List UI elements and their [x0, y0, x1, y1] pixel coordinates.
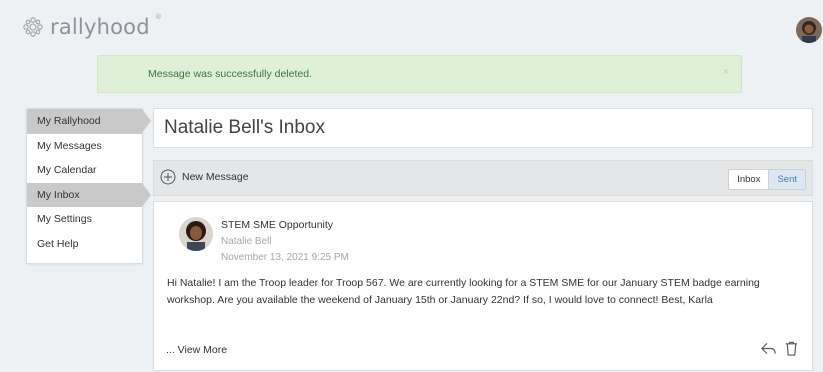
user-avatar-image	[796, 17, 822, 43]
tab-inbox[interactable]: Inbox	[729, 170, 770, 189]
page-title: Natalie Bell's Inbox	[153, 108, 813, 148]
message-body: Hi Natalie! I am the Troop leader for Tr…	[167, 277, 760, 306]
message-date: November 13, 2021 9:25 PM	[221, 252, 349, 263]
sidebar-item-label: My Settings	[37, 213, 92, 226]
reply-icon[interactable]	[760, 340, 777, 357]
sidebar-nav: My Rallyhood My Messages My Calendar My …	[26, 108, 151, 264]
sidebar-item-my-settings[interactable]: My Settings	[27, 207, 142, 232]
tab-sent[interactable]: Sent	[769, 170, 805, 189]
top-bar: rallyhood ®	[0, 0, 823, 54]
alert-close-button[interactable]: ×	[723, 66, 729, 78]
sidebar-item-label: My Calendar	[37, 164, 97, 177]
sender-avatar	[179, 217, 213, 251]
sidebar-item-label: My Messages	[37, 139, 102, 152]
new-message-button[interactable]: New Message	[160, 169, 249, 185]
sidebar-item-my-inbox[interactable]: My Inbox	[27, 182, 151, 207]
message-card[interactable]: STEM SME Opportunity Natalie Bell Novemb…	[153, 201, 813, 371]
mailbox-toggle: Inbox Sent	[728, 169, 806, 190]
inbox-toolbar: New Message Inbox Sent	[153, 160, 813, 196]
sidebar-item-label: My Inbox	[37, 188, 80, 201]
sidebar-item-get-help[interactable]: Get Help	[27, 232, 142, 257]
user-avatar[interactable]	[796, 17, 822, 43]
view-more-link[interactable]: ... View More	[166, 344, 227, 356]
message-subject[interactable]: STEM SME Opportunity	[221, 219, 333, 231]
sidebar-item-label: Get Help	[37, 237, 79, 250]
message-sender: Natalie Bell	[221, 236, 272, 247]
sidebar-item-label: My Rallyhood	[37, 115, 101, 128]
logo-trademark: ®	[155, 14, 161, 21]
success-alert: Message was successfully deleted. ×	[97, 55, 742, 93]
new-message-label: New Message	[182, 171, 249, 183]
trash-icon[interactable]	[783, 340, 800, 357]
plus-circle-icon	[160, 169, 176, 185]
sidebar-item-my-calendar[interactable]: My Calendar	[27, 158, 142, 183]
logo-mark-icon	[23, 17, 43, 37]
logo-text: rallyhood	[50, 15, 150, 39]
sender-avatar-image	[179, 217, 213, 251]
alert-message: Message was successfully deleted.	[148, 68, 312, 80]
sidebar-item-my-rallyhood[interactable]: My Rallyhood	[27, 109, 151, 134]
sidebar-item-my-messages[interactable]: My Messages	[27, 134, 142, 159]
rallyhood-logo[interactable]: rallyhood ®	[22, 12, 161, 42]
message-actions	[760, 340, 800, 357]
